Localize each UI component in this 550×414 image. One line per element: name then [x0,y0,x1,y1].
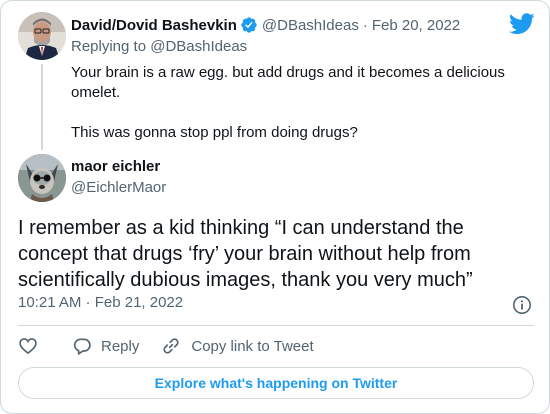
parent-tweet-text: Your brain is a raw egg. but add drugs a… [71,63,521,143]
link-icon [163,338,179,354]
separator-dot: · [362,16,368,34]
info-icon[interactable] [512,295,532,315]
twitter-bird-icon[interactable] [509,13,535,35]
parent-tweet-date[interactable]: Feb 20, 2022 [372,17,460,34]
copy-link-label: Copy link to Tweet [191,337,314,355]
copy-link-button[interactable]: Copy link to Tweet [161,336,314,356]
replying-to-label[interactable]: Replying to @DBashIdeas [71,38,247,55]
parent-author-name[interactable]: David/Dovid Bashevkin [71,17,237,34]
parent-tweet-header: David/Dovid Bashevkin @DBashIdeas · Feb … [71,14,460,36]
reply-button[interactable]: Reply [72,336,139,356]
action-divider [18,325,534,326]
parent-author-handle[interactable]: @DBashIdeas [262,17,359,34]
main-author-avatar[interactable] [18,154,66,202]
tweet-actions-bar: Reply Copy link to Tweet [18,334,314,358]
thread-connector-line [41,64,43,150]
parent-tweet-paragraph: Your brain is a raw egg. but add drugs a… [71,64,505,101]
reply-label: Reply [101,337,140,355]
main-author-handle[interactable]: @EichlerMaor [71,179,166,196]
reply-bubble-icon [73,338,91,355]
parent-author-avatar[interactable] [18,12,66,60]
tweet-timestamp[interactable]: 10:21 AM · Feb 21, 2022 [18,294,183,311]
heart-icon [19,338,37,355]
explore-twitter-button[interactable]: Explore what's happening on Twitter [18,367,534,399]
main-author-name[interactable]: maor eichler [71,158,160,175]
verified-badge-icon [240,16,258,34]
main-tweet-text: I remember as a kid thinking “I can unde… [18,217,473,291]
like-button[interactable] [18,336,38,356]
tweet-embed-card: David/Dovid Bashevkin @DBashIdeas · Feb … [0,0,550,414]
parent-tweet-paragraph: This was gonna stop ppl from doing drugs… [71,124,358,141]
